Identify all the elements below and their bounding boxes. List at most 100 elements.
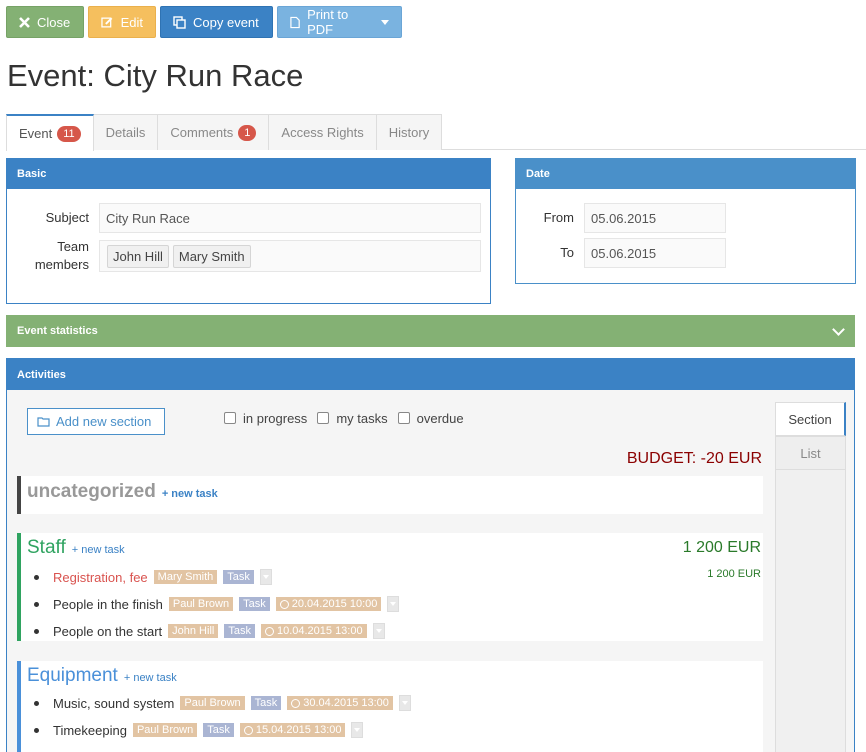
task-menu-dropdown[interactable] [398,695,411,711]
budget-total: BUDGET: -20 EUR [626,450,762,467]
date-panel: Date From 05.06.2015 To 05.06.2015 [515,158,856,284]
task-assignee: John Hill [168,624,219,638]
tab-access-rights[interactable]: Access Rights [269,114,377,150]
toolbar: Close Edit Copy event Print to PDF [6,6,402,38]
copy-event-button-label: Copy event [193,14,259,30]
task-assignee: Mary Smith [153,570,218,584]
task-name[interactable]: Registration, fee [53,570,148,585]
task-assignee: Paul Brown [132,723,198,737]
pencil-icon [101,16,113,27]
task-name[interactable]: People in the finish [53,597,163,612]
basic-panel-header: Basic [7,159,490,189]
task-due-date: 15.04.2015 13:00 [239,723,346,737]
task-due-date-text: 20.04.2015 10:00 [291,598,378,610]
task-menu-dropdown[interactable] [351,722,364,738]
caret-down-icon [375,629,382,633]
new-task-link[interactable]: + new task [124,672,177,684]
task-menu-dropdown[interactable] [387,596,400,612]
tab-details-label: Details [105,125,146,140]
team-member-chip[interactable]: John Hill [107,244,169,268]
checkbox[interactable] [317,412,330,424]
task-row[interactable]: People in the finish Paul Brown Task 20.… [34,596,400,612]
caret-down-icon [354,728,361,732]
task-name[interactable]: Timekeeping [53,723,127,738]
task-due-date: 20.04.2015 10:00 [275,597,382,611]
team-members-row: Team members John Hill Mary Smith [7,238,481,274]
view-tabs-rail [775,470,846,752]
task-menu-dropdown[interactable] [259,569,272,585]
team-members-label: Team members [34,239,89,272]
section-title: Staff + new task [27,537,125,559]
task-row[interactable]: Registration, fee Mary Smith Task [34,569,272,585]
view-tab-list[interactable]: List [775,436,846,470]
subject-field[interactable]: City Run Race [99,203,481,233]
checkbox[interactable] [224,412,236,424]
close-button[interactable]: Close [6,6,84,38]
task-row[interactable]: Timekeeping Paul Brown Task 15.04.2015 1… [34,722,364,738]
event-statistics-header: Event statistics [17,325,98,337]
task-type: Task [224,624,255,638]
task-name[interactable]: People on the start [53,624,162,639]
task-due-date-text: 10.04.2015 13:00 [276,625,363,637]
bullet [34,601,39,607]
to-row: To 05.06.2015 [516,238,726,268]
new-task-link[interactable]: + new task [162,488,218,500]
tab-event[interactable]: Event 11 [6,114,94,151]
edit-button[interactable]: Edit [88,6,156,38]
tab-comments[interactable]: Comments 1 [158,114,270,150]
section-title-text: Equipment [27,665,118,686]
subject-label: Subject [45,210,89,225]
event-statistics-panel[interactable]: Event statistics [6,315,855,347]
section-title: uncategorized + new task [27,481,218,503]
view-tabs: Section List [775,402,846,470]
filter-in-progress[interactable]: in progress [224,411,307,426]
section-staff: Staff + new task 1 200 EUR 1 200 EUR Reg… [17,533,763,641]
to-date-field[interactable]: 05.06.2015 [584,238,726,268]
from-label: From [543,210,574,225]
task-row[interactable]: People on the start John Hill Task 10.04… [34,623,385,639]
copy-icon [173,15,186,29]
task-type: Task [223,570,254,584]
subject-row: Subject City Run Race [7,203,481,233]
task-amount: 1 200 EUR [707,568,761,580]
tab-bar: Event 11 Details Comments 1 Access Right… [6,114,443,151]
tab-history[interactable]: History [376,114,443,150]
filter-label: my tasks [336,411,388,426]
clock-icon [279,599,289,609]
caret-down-icon [262,575,269,579]
print-to-pdf-button[interactable]: Print to PDF [277,6,402,38]
filter-label: in progress [243,411,308,426]
tab-event-label: Event [19,126,53,141]
add-new-section-button[interactable]: Add new section [27,408,165,435]
section-title: Equipment + new task [27,665,177,687]
section-title-text: uncategorized [27,481,156,502]
copy-event-button[interactable]: Copy event [160,6,273,38]
view-tab-section[interactable]: Section [775,402,846,436]
activities-panel-header: Activities [7,359,854,390]
tab-details[interactable]: Details [93,114,159,150]
from-date-field[interactable]: 05.06.2015 [584,203,726,233]
filter-my-tasks[interactable]: my tasks [317,411,388,426]
task-due-date: 30.04.2015 13:00 [287,696,393,710]
bullet [34,628,39,634]
print-to-pdf-button-label: Print to PDF [307,7,349,37]
x-icon [19,16,30,28]
chevron-down-icon[interactable] [832,322,845,336]
team-members-field[interactable]: John Hill Mary Smith [99,240,481,272]
page-title: Event: City Run Race [7,58,304,93]
clock-icon [243,725,253,735]
edit-button-label: Edit [120,14,143,30]
new-task-link[interactable]: + new task [72,544,125,556]
task-type: Task [250,696,282,710]
filter-overdue[interactable]: overdue [397,411,464,426]
date-panel-header: Date [516,159,855,189]
task-row[interactable]: Music, sound system Paul Brown Task 30.0… [34,695,411,711]
section-total: 1 200 EUR [682,539,761,556]
team-member-chip[interactable]: Mary Smith [172,244,251,268]
task-menu-dropdown[interactable] [372,623,385,639]
checkbox[interactable] [397,412,410,424]
task-due-date: 10.04.2015 13:00 [260,624,367,638]
clock-icon [264,626,274,636]
task-name[interactable]: Music, sound system [53,696,174,711]
task-due-date-text: 30.04.2015 13:00 [303,697,389,709]
